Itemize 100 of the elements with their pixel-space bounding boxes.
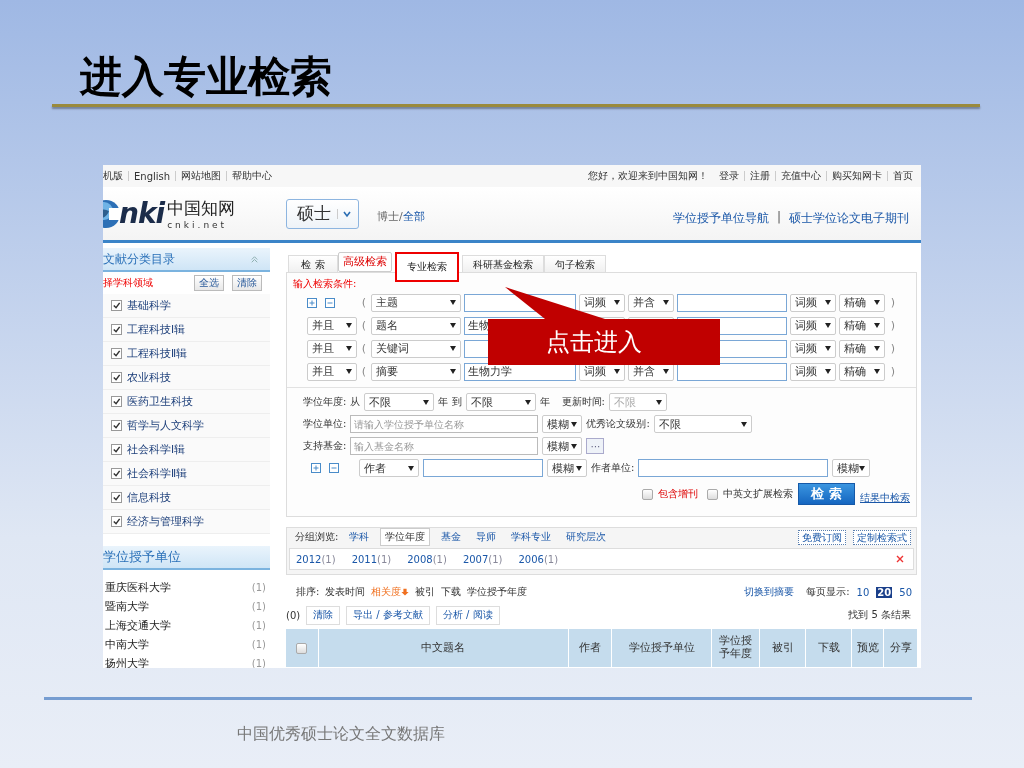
- remove-icon[interactable]: [329, 463, 339, 473]
- action-button[interactable]: 分析 / 阅读: [435, 605, 500, 625]
- group-tab[interactable]: 研究层次: [562, 529, 611, 545]
- close-icon[interactable]: [895, 554, 905, 564]
- search-tab[interactable]: 高级检索: [338, 252, 392, 272]
- year-filter[interactable]: 2012(1): [296, 553, 336, 565]
- group-tab[interactable]: 学科专业: [507, 529, 556, 545]
- select-field[interactable]: 作者: [359, 459, 419, 477]
- search-within-link[interactable]: 结果中检索: [860, 491, 910, 505]
- checkbox[interactable]: [642, 488, 654, 500]
- select-field[interactable]: 主题: [371, 293, 461, 312]
- top-link[interactable]: 首页: [893, 169, 913, 183]
- category-item[interactable]: 基础科学: [127, 298, 171, 313]
- add-icon[interactable]: [311, 463, 321, 473]
- year-filter[interactable]: 2011(1): [351, 553, 392, 565]
- select-field[interactable]: 精确: [839, 316, 885, 335]
- university-item[interactable]: 上海交通大学: [105, 618, 171, 633]
- input-field[interactable]: [638, 459, 829, 477]
- select-field[interactable]: 词频: [790, 362, 836, 381]
- action-button[interactable]: 清除: [306, 605, 341, 625]
- checkbox[interactable]: [296, 642, 308, 654]
- checkbox[interactable]: [707, 488, 719, 500]
- select-field[interactable]: 并且: [307, 316, 357, 335]
- category-item[interactable]: 信息科技: [127, 490, 171, 505]
- select-field[interactable]: 模糊: [832, 459, 871, 477]
- university-item[interactable]: 扬州大学: [105, 656, 149, 668]
- select-field[interactable]: 模糊: [542, 415, 583, 433]
- top-link[interactable]: 注册: [750, 169, 770, 183]
- add-icon[interactable]: [307, 297, 317, 308]
- remove-icon[interactable]: [325, 297, 335, 308]
- database-link[interactable]: 全部: [402, 209, 425, 224]
- sort-option[interactable]: 被引: [415, 585, 436, 599]
- select-field[interactable]: 并且: [307, 339, 357, 358]
- action-button[interactable]: 导出 / 参考文献: [346, 605, 430, 625]
- select-field[interactable]: 模糊: [542, 437, 583, 455]
- more-button[interactable]: ···: [586, 438, 605, 454]
- small-button[interactable]: 全选: [194, 275, 224, 291]
- sort-option[interactable]: 学位授予年度: [467, 585, 528, 599]
- group-tab[interactable]: 学科: [345, 529, 374, 545]
- small-button[interactable]: 清除: [232, 275, 262, 291]
- sort-option[interactable]: 下载: [441, 585, 462, 599]
- select-field[interactable]: 并且: [307, 362, 357, 381]
- input-field[interactable]: 请输入学位授予单位名称: [350, 415, 539, 433]
- top-link[interactable]: 购买知网卡: [832, 169, 882, 183]
- search-tab[interactable]: 专业检索: [395, 252, 459, 282]
- group-tab[interactable]: 导师: [472, 529, 501, 545]
- input-field[interactable]: [677, 362, 787, 381]
- select-field[interactable]: 关键词: [371, 339, 461, 358]
- dotted-button[interactable]: 免费订阅: [798, 529, 846, 545]
- input-field[interactable]: [423, 459, 543, 477]
- switch-link[interactable]: 切换到摘要: [744, 585, 795, 599]
- search-tab[interactable]: 句子检索: [544, 255, 606, 272]
- page-size-option[interactable]: 20: [876, 586, 893, 598]
- select-field[interactable]: 精确: [839, 293, 885, 312]
- checkbox[interactable]: [111, 444, 122, 455]
- select-field[interactable]: 并含: [628, 293, 674, 312]
- year-filter[interactable]: 2007(1): [462, 553, 503, 565]
- search-tab[interactable]: 检 索: [288, 255, 338, 272]
- header-link[interactable]: 学位授予单位导航: [672, 210, 769, 227]
- top-link[interactable]: 网站地图: [181, 169, 222, 183]
- checkbox[interactable]: [111, 372, 122, 383]
- select-field[interactable]: 词频: [790, 339, 836, 358]
- university-item[interactable]: 中南大学: [105, 637, 149, 652]
- university-item[interactable]: 暨南大学: [105, 599, 149, 614]
- header-link[interactable]: 硕士学位论文电子期刊: [789, 210, 909, 227]
- year-filter[interactable]: 2008(1): [407, 553, 447, 565]
- university-item[interactable]: 重庆医科大学: [105, 580, 171, 595]
- checkbox[interactable]: [111, 420, 122, 431]
- select-field[interactable]: 不限: [465, 393, 536, 411]
- checkbox[interactable]: [111, 348, 122, 359]
- top-link[interactable]: English: [134, 170, 171, 182]
- select-field[interactable]: 不限: [364, 393, 435, 411]
- select-field[interactable]: 题名: [371, 316, 461, 335]
- sort-option[interactable]: 发表时间: [325, 585, 366, 599]
- top-link[interactable]: 登录: [719, 169, 739, 183]
- dotted-button[interactable]: 定制检索式: [853, 529, 911, 545]
- checkbox[interactable]: [111, 516, 122, 527]
- search-tab[interactable]: 科研基金检索: [462, 255, 544, 272]
- checkbox[interactable]: [111, 396, 122, 407]
- database-select[interactable]: 硕士: [286, 198, 359, 229]
- input-field[interactable]: [677, 293, 787, 312]
- input-field[interactable]: 输入基金名称: [350, 437, 539, 455]
- select-field[interactable]: 摘要: [371, 362, 461, 381]
- category-item[interactable]: 农业科技: [127, 370, 171, 385]
- year-filter[interactable]: 2006(1): [518, 553, 559, 565]
- page-size-option[interactable]: 50: [898, 586, 913, 598]
- checkbox[interactable]: [111, 324, 122, 335]
- checkbox[interactable]: [111, 492, 122, 503]
- group-tab[interactable]: 基金: [437, 529, 466, 545]
- top-link[interactable]: 机版: [103, 169, 123, 183]
- group-tab[interactable]: 学位年度: [380, 528, 431, 546]
- top-link[interactable]: 充值中心: [781, 169, 821, 183]
- select-field[interactable]: 精确: [839, 339, 885, 358]
- page-size-option[interactable]: 10: [855, 586, 871, 598]
- checkbox[interactable]: [111, 300, 122, 311]
- select-field[interactable]: 词频: [790, 316, 836, 335]
- select-field[interactable]: 词频: [579, 293, 625, 312]
- search-button[interactable]: 检 索: [798, 483, 855, 505]
- select-field[interactable]: 不限: [653, 415, 752, 433]
- top-link[interactable]: 帮助中心: [232, 169, 273, 183]
